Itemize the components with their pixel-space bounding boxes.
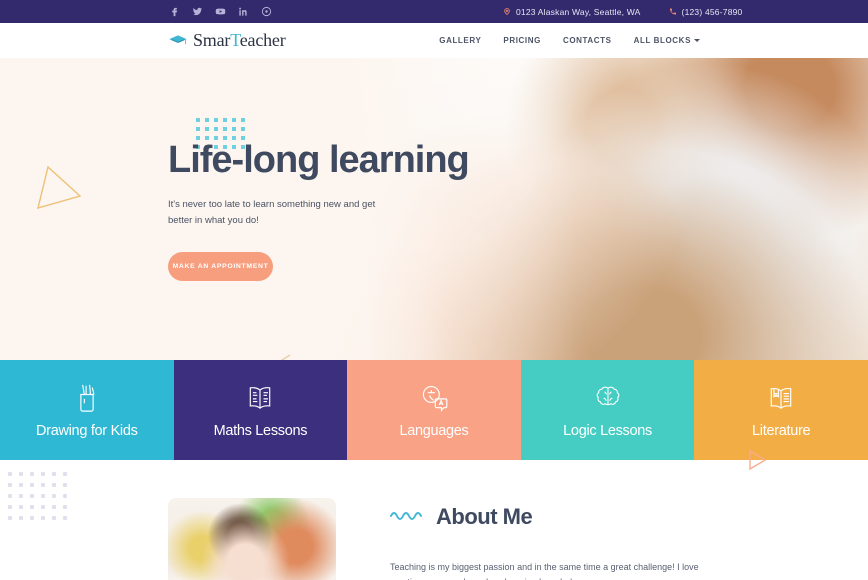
chevron-down-icon xyxy=(694,39,700,42)
service-tile-literature[interactable]: Literature xyxy=(694,360,868,460)
graduation-cap-icon xyxy=(168,33,188,49)
map-marker-icon xyxy=(503,7,511,16)
services-tiles: Drawing for Kids Maths Lessons Languages… xyxy=(0,360,868,460)
service-label: Languages xyxy=(399,422,469,439)
service-tile-languages[interactable]: Languages xyxy=(347,360,521,460)
phone-text: (123) 456-7890 xyxy=(681,6,743,17)
play-triangle-outline-icon xyxy=(746,448,768,477)
top-bar: 0123 Alaskan Way, Seattle, WA (123) 456-… xyxy=(0,0,868,23)
logo-part2: T xyxy=(230,30,240,50)
nav-item-all-blocks[interactable]: ALL BLOCKS xyxy=(634,36,700,45)
about-title: About Me xyxy=(436,504,533,529)
pencil-cup-icon xyxy=(73,382,101,414)
address-item: 0123 Alaskan Way, Seattle, WA xyxy=(503,7,641,17)
open-book-math-icon xyxy=(245,382,275,414)
about-heading-row: About Me xyxy=(390,504,720,530)
about-content: About Me Teaching is my biggest passion … xyxy=(390,504,720,580)
logo-part3: eacher xyxy=(239,30,286,50)
nav-label: CONTACTS xyxy=(562,36,612,45)
nav-label: PRICING xyxy=(503,36,541,45)
phone-icon xyxy=(669,7,677,16)
facebook-icon[interactable] xyxy=(168,5,181,18)
hero-section: Life-long learning It's never too late t… xyxy=(0,58,868,360)
address-text: 0123 Alaskan Way, Seattle, WA xyxy=(516,6,641,17)
make-appointment-button[interactable]: MAKE AN APPOINTMENT xyxy=(168,252,273,282)
service-label: Drawing for Kids xyxy=(36,422,138,439)
youtube-icon[interactable] xyxy=(214,5,227,18)
service-tile-maths-lessons[interactable]: Maths Lessons xyxy=(173,360,348,460)
social-links xyxy=(168,5,273,18)
linkedin-icon[interactable] xyxy=(237,5,250,18)
nav-label: GALLERY xyxy=(439,36,482,45)
service-tile-logic-lessons[interactable]: Logic Lessons xyxy=(520,360,695,460)
teacher-portrait-photo xyxy=(168,498,336,580)
gray-dot-grid-decoration xyxy=(8,472,74,527)
about-text: Teaching is my biggest passion and in th… xyxy=(390,562,699,580)
page-title: Life-long learning xyxy=(168,139,470,181)
nav-item-contacts[interactable]: CONTACTS xyxy=(563,36,612,45)
service-label: Maths Lessons xyxy=(213,422,308,439)
wave-decoration-icon xyxy=(390,508,424,526)
hero-content: Life-long learning It's never too late t… xyxy=(0,58,868,282)
translate-speech-bubble-icon xyxy=(419,382,449,414)
pinterest-icon[interactable] xyxy=(260,5,273,18)
service-tile-drawing-for-kids[interactable]: Drawing for Kids xyxy=(0,360,174,460)
contact-info: 0123 Alaskan Way, Seattle, WA (123) 456-… xyxy=(503,7,742,17)
logo-part1: Smar xyxy=(193,30,231,50)
about-section: About Me Teaching is my biggest passion … xyxy=(0,449,868,580)
landing-page: 0123 Alaskan Way, Seattle, WA (123) 456-… xyxy=(0,0,868,580)
nav-item-pricing[interactable]: PRICING xyxy=(503,36,541,45)
brain-icon xyxy=(593,382,623,414)
open-book-icon xyxy=(766,382,796,414)
service-label: Literature xyxy=(752,422,811,439)
service-label: Logic Lessons xyxy=(563,422,652,439)
site-logo[interactable]: SmarTeacher xyxy=(168,30,286,51)
site-header: SmarTeacher GALLERY PRICING CONTACTS ALL… xyxy=(0,23,868,58)
twitter-icon[interactable] xyxy=(191,5,204,18)
nav-label: ALL BLOCKS xyxy=(633,36,691,45)
main-navigation: GALLERY PRICING CONTACTS ALL BLOCKS xyxy=(439,36,700,45)
phone-item[interactable]: (123) 456-7890 xyxy=(669,7,743,17)
nav-item-gallery[interactable]: GALLERY xyxy=(439,36,481,45)
logo-wordmark: SmarTeacher xyxy=(193,30,286,51)
gold-diagonal-lines-decoration xyxy=(190,353,300,360)
hero-subtitle: It's never too late to learn something n… xyxy=(168,198,376,226)
